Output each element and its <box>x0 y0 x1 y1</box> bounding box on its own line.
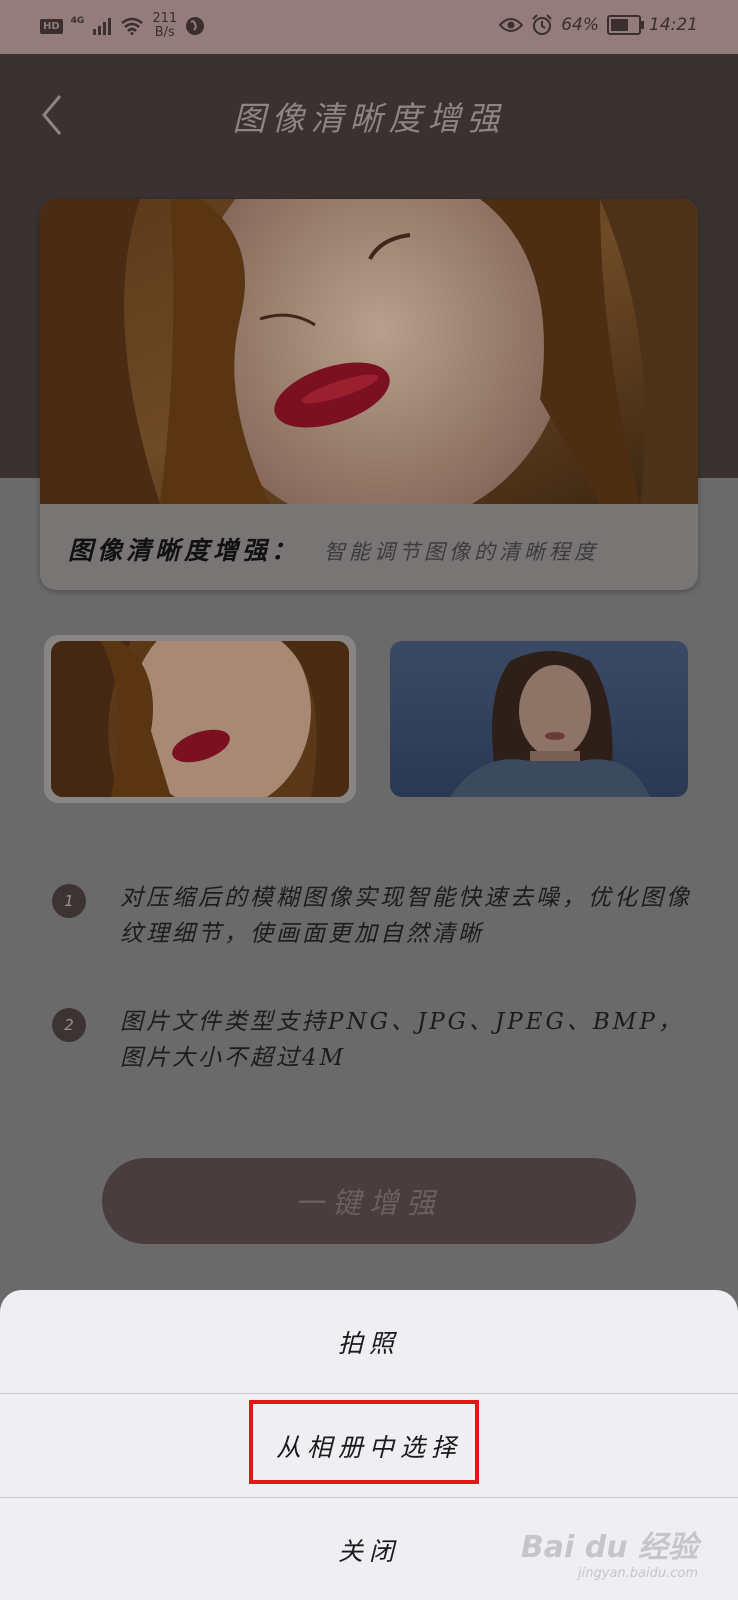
eye-icon <box>499 18 524 32</box>
baidu-jingyan-watermark: Bai du 经验 jingyan.baidu.com <box>521 1522 698 1581</box>
take-photo-option[interactable]: 拍照 <box>0 1324 738 1360</box>
sample-image-1 <box>51 641 349 797</box>
tip-text: 对压缩后的模糊图像实现智能快速去噪，优化图像 纹理细节，使画面更加自然清晰 <box>120 885 692 947</box>
status-bar: HD 4G 211 B/s 64% 14:21 <box>0 0 738 54</box>
alarm-icon <box>532 14 552 35</box>
tip-text: 图片文件类型支持PNG、JPG、JPEG、BMP，图片大小不超过4M <box>120 1009 684 1071</box>
sheet-divider <box>0 1393 738 1394</box>
tip-item-2: 2 图片文件类型支持PNG、JPG、JPEG、BMP，图片大小不超过4M <box>52 1004 692 1076</box>
tip-item-1: 1 对压缩后的模糊图像实现智能快速去噪，优化图像 纹理细节，使画面更加自然清晰 <box>52 880 692 952</box>
wifi-icon <box>121 17 144 35</box>
hd-badge: HD <box>40 18 63 34</box>
battery-icon <box>607 15 644 35</box>
status-left: HD 4G 211 B/s <box>40 12 205 40</box>
signal-icon <box>93 18 112 35</box>
clock: 14:21 <box>649 15 698 35</box>
highlight-annotation-box <box>249 1400 479 1484</box>
sample-thumbnail-1[interactable] <box>51 641 349 797</box>
status-right: 64% 14:21 <box>499 14 698 36</box>
hero-card: 图像清晰度增强： 智能调节图像的清晰程度 <box>40 199 698 590</box>
tip-number-badge: 2 <box>52 1008 86 1042</box>
globe-icon <box>186 17 205 35</box>
one-click-enhance-button[interactable]: 一键增强 <box>102 1158 636 1244</box>
network-speed: 211 B/s <box>152 12 177 40</box>
tip-number-badge: 1 <box>52 884 86 918</box>
page-title: 图像清晰度增强 <box>232 99 506 138</box>
network-type: 4G <box>70 16 85 26</box>
speed-value: 211 <box>152 11 178 26</box>
battery-percent: 64% <box>561 15 599 35</box>
hero-image <box>40 199 698 504</box>
watermark-brand: Bai du 经验 <box>520 1530 698 1565</box>
sample-thumbnail-2[interactable] <box>390 641 688 797</box>
hero-caption: 图像清晰度增强： 智能调节图像的清晰程度 <box>68 531 599 567</box>
sheet-divider <box>0 1497 738 1498</box>
caption-title: 图像清晰度增强： <box>68 536 301 565</box>
watermark-url: jingyan.baidu.com <box>578 1566 698 1581</box>
caption-description: 智能调节图像的清晰程度 <box>324 540 600 564</box>
sample-image-2 <box>390 641 688 797</box>
speed-unit: B/s <box>154 25 175 40</box>
